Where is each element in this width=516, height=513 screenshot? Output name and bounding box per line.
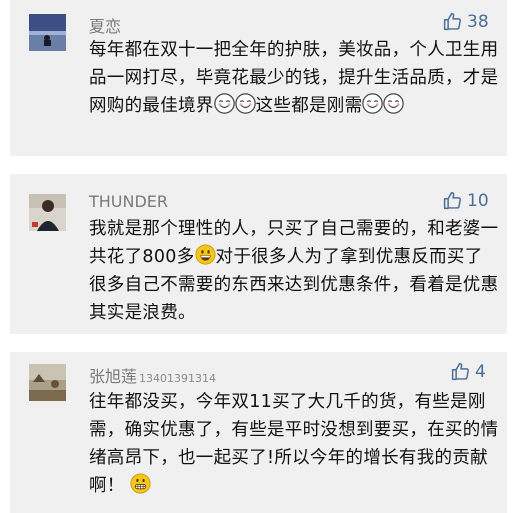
username-suffix: 13401391314 [139,372,216,385]
grimacing-face-icon [130,473,152,494]
comment-card: 张旭莲 13401391314 4 往年都没买，今年双11买了大几千的货，有些是刚… [10,352,507,513]
thumbs-up-icon [443,191,461,210]
comment-card: 夏恋 38 每年都在双十一把全年的护肤，美妆品，个人卫生用品一网打尽，毕竟花最少… [10,0,507,156]
like-button[interactable]: 38 [442,11,489,32]
username-text: 夏恋 [89,17,122,36]
username[interactable]: 夏恋 [89,13,123,37]
like-count: 4 [475,361,486,382]
username[interactable]: 张旭莲 13401391314 [89,363,216,387]
comment-segment: 这些都是刚需 [255,96,363,116]
smiling-face-icon [234,93,256,114]
thumbs-up-icon [451,362,469,381]
smiling-face-icon [213,93,235,114]
like-button[interactable]: 10 [442,190,489,211]
username-text: THUNDER [89,192,169,211]
thumbs-up-icon [443,12,461,31]
like-count: 10 [467,190,489,211]
smiling-face-icon [362,93,384,114]
avatar[interactable] [29,14,66,51]
grinning-face-icon [194,244,216,265]
comment-card: THUNDER 10 我就是那个理性的人，只买了自己需要的，和老婆一共花了800… [10,174,507,334]
username[interactable]: THUNDER [89,192,170,211]
avatar[interactable] [29,364,66,401]
smiling-face-icon [383,93,405,114]
comment-text: 往年都没买，今年双11买了大几千的货，有些是刚需，确实优惠了，有些是平时没想到要… [89,388,499,500]
comment-text: 每年都在双十一把全年的护肤，美妆品，个人卫生用品一网打尽，毕竟花最少的钱，提升生… [89,36,499,120]
like-button[interactable]: 4 [450,361,486,382]
like-count: 38 [467,11,489,32]
avatar[interactable] [29,194,66,231]
username-text: 张旭莲 [89,367,138,386]
comment-text: 我就是那个理性的人，只买了自己需要的，和老婆一共花了800多 对于很多人为了拿到优… [89,215,499,327]
